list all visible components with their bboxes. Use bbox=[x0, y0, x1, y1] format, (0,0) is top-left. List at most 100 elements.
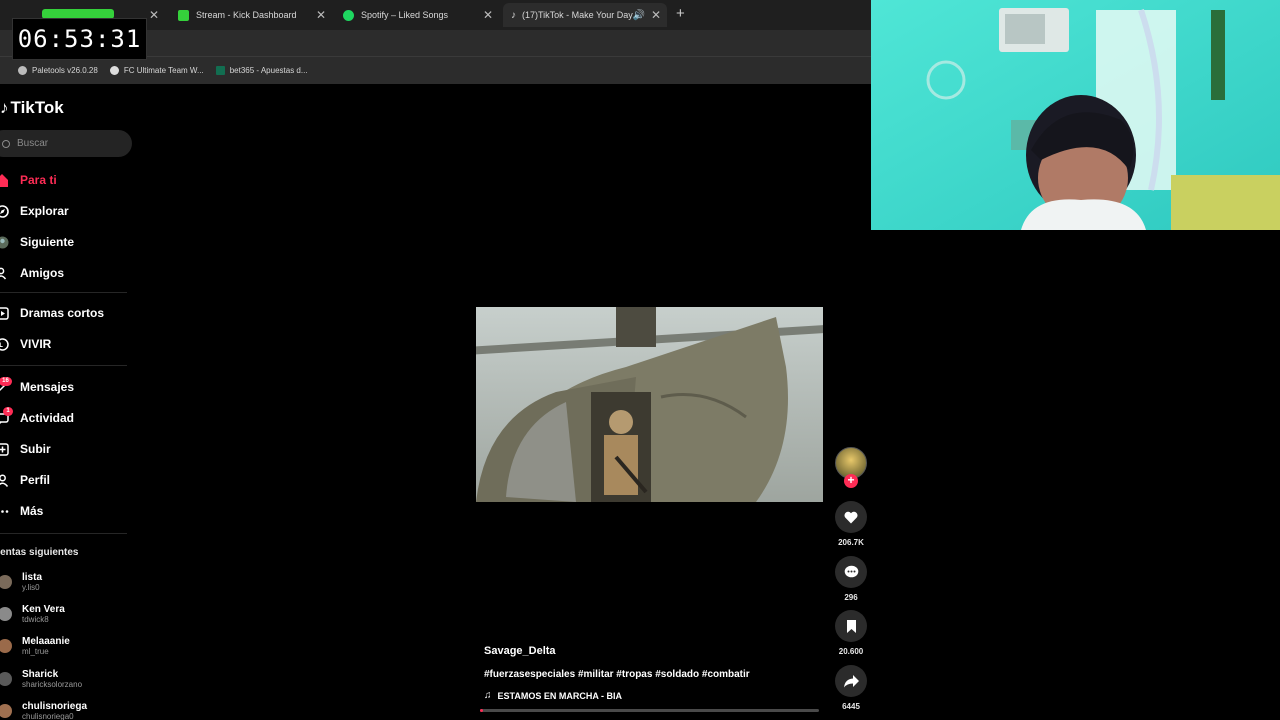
search-placeholder: Buscar bbox=[17, 138, 49, 149]
bookmarks-bar: Paletools v26.0.28 FC Ultimate Team W...… bbox=[0, 57, 871, 84]
webcam-feed bbox=[871, 0, 1280, 230]
avatar bbox=[0, 672, 12, 686]
home-icon bbox=[0, 173, 8, 187]
webcam-image bbox=[871, 0, 1280, 230]
like-button[interactable] bbox=[835, 501, 867, 533]
bookmark-bet365[interactable]: bet365 - Apuestas d... bbox=[215, 66, 308, 75]
close-tab-icon[interactable]: ✕ bbox=[316, 8, 326, 22]
followed-account[interactable]: Sharick sharicksolorzano bbox=[0, 669, 82, 689]
followed-account[interactable]: chulisnoriega chulisnoriega0 bbox=[0, 701, 87, 720]
account-username: sharicksolorzano bbox=[22, 680, 83, 689]
search-input[interactable]: Buscar bbox=[0, 130, 132, 157]
followed-account[interactable]: lista y.lis0 bbox=[0, 572, 42, 592]
close-tab-icon[interactable]: ✕ bbox=[651, 8, 661, 22]
account-name: Melaaanie bbox=[22, 636, 70, 647]
nav-item-subir[interactable]: Subir bbox=[0, 442, 51, 456]
followed-account[interactable]: Melaaanie ml_true bbox=[0, 636, 70, 656]
nav-item-siguiente[interactable]: Siguiente bbox=[0, 235, 74, 249]
kick-icon bbox=[178, 9, 189, 21]
nav-label: Explorar bbox=[20, 204, 69, 218]
account-username: chulisnoriega0 bbox=[22, 712, 74, 720]
bookmark-icon bbox=[846, 619, 856, 633]
avatar bbox=[0, 607, 12, 621]
video-progress-fill bbox=[480, 709, 484, 712]
heart-icon bbox=[844, 511, 858, 523]
search-icon bbox=[2, 139, 10, 148]
close-tab-icon[interactable]: ✕ bbox=[149, 8, 159, 22]
bookmark-label: bet365 - Apuestas d... bbox=[229, 66, 308, 75]
video-frame-helicopter bbox=[476, 307, 823, 502]
share-count: 6445 bbox=[842, 702, 860, 711]
account-username: tdwick8 bbox=[22, 615, 49, 624]
nav-label: VIVIR bbox=[20, 337, 52, 351]
avatar bbox=[0, 704, 12, 718]
drama-icon bbox=[0, 306, 9, 320]
logo-text: TikTok bbox=[10, 98, 64, 117]
stream-timer: 06:53:31 bbox=[12, 18, 147, 60]
account-username: ml_true bbox=[22, 647, 49, 656]
browser-tab-tiktok[interactable]: ♪ (17)TikTok - Make Your Day 🔊 ✕ bbox=[503, 3, 667, 27]
tiktok-icon: ♪ bbox=[511, 9, 516, 21]
video-hashtags[interactable]: #fuerzasespeciales #militar #tropas #sol… bbox=[484, 669, 750, 680]
nav-item-amigos[interactable]: Amigos bbox=[0, 266, 64, 280]
video-author[interactable]: Savage_Delta bbox=[484, 645, 556, 657]
follow-plus-icon[interactable]: + bbox=[844, 474, 858, 488]
save-button[interactable] bbox=[835, 610, 867, 642]
tab-label: Spotify – Liked Songs bbox=[361, 10, 449, 20]
nav-item-para-ti[interactable]: Para ti bbox=[0, 173, 57, 187]
bookmark-paletools[interactable]: Paletools v26.0.28 bbox=[18, 66, 98, 75]
nav-label: Subir bbox=[20, 442, 51, 456]
live-icon: L bbox=[0, 337, 9, 351]
like-count: 206.7K bbox=[838, 538, 864, 547]
comment-count: 296 bbox=[844, 593, 858, 602]
account-name: lista bbox=[22, 572, 43, 583]
music-title: ESTAMOS EN MARCHA - BIA bbox=[497, 690, 623, 701]
nav-item-explorar[interactable]: Explorar bbox=[0, 204, 69, 218]
nav-label: Actividad bbox=[20, 411, 75, 425]
nav-label: Amigos bbox=[20, 266, 65, 280]
bookmark-label: Paletools v26.0.28 bbox=[32, 66, 98, 75]
browser-tab-kick[interactable]: Stream - Kick Dashboard ✕ bbox=[168, 3, 330, 27]
browser-tab-spotify[interactable]: Spotify – Liked Songs ✕ bbox=[335, 3, 497, 27]
compass-icon bbox=[0, 204, 9, 218]
nav-item-vivir[interactable]: L VIVIR bbox=[0, 337, 51, 351]
avatar bbox=[0, 639, 12, 653]
comment-button[interactable] bbox=[835, 556, 867, 588]
share-button[interactable] bbox=[835, 665, 867, 697]
nav-label: Perfil bbox=[20, 473, 51, 487]
video-music[interactable]: ♫ ESTAMOS EN MARCHA - BIA bbox=[484, 690, 622, 701]
account-username: y.lis0 bbox=[22, 583, 40, 592]
following-icon bbox=[0, 236, 9, 249]
video-player[interactable] bbox=[476, 307, 823, 502]
close-tab-icon[interactable]: ✕ bbox=[483, 8, 493, 22]
following-accounts-title: uentas siguientes bbox=[0, 547, 79, 558]
account-name: Sharick bbox=[22, 669, 59, 680]
video-progress-bar[interactable] bbox=[480, 709, 819, 712]
svg-text:L: L bbox=[0, 342, 3, 349]
friends-icon bbox=[0, 267, 8, 280]
messages-badge: 16 bbox=[0, 377, 12, 386]
globe-icon bbox=[109, 66, 119, 75]
bookmark-fc-ultimate[interactable]: FC Ultimate Team W... bbox=[109, 66, 204, 75]
sidebar-divider bbox=[0, 365, 127, 366]
nav-item-perfil[interactable]: Perfil bbox=[0, 473, 50, 487]
speaker-icon[interactable]: 🔊 bbox=[633, 10, 645, 21]
followed-account[interactable]: Ken Vera tdwick8 bbox=[0, 604, 65, 624]
tiktok-logo[interactable]: ♪ TikTok bbox=[0, 98, 64, 118]
tiktok-note-icon: ♪ bbox=[0, 98, 9, 117]
globe-icon bbox=[18, 66, 27, 75]
nav-label: Más bbox=[20, 504, 44, 518]
bet365-icon bbox=[215, 66, 225, 75]
nav-item-dramas-cortos[interactable]: Dramas cortos bbox=[0, 306, 104, 320]
nav-label: Mensajes bbox=[20, 380, 75, 394]
more-icon bbox=[0, 505, 9, 518]
profile-icon bbox=[0, 474, 9, 487]
nav-item-mas[interactable]: Más bbox=[0, 504, 43, 518]
sidebar-divider bbox=[0, 292, 127, 293]
tab-label: Stream - Kick Dashboard bbox=[196, 10, 297, 20]
new-tab-icon[interactable]: + bbox=[676, 5, 685, 22]
account-name: Ken Vera bbox=[22, 604, 65, 615]
tab-label: (17)TikTok - Make Your Day bbox=[522, 10, 633, 20]
activity-badge: 1 bbox=[3, 407, 13, 416]
nav-label: Siguiente bbox=[20, 235, 75, 249]
